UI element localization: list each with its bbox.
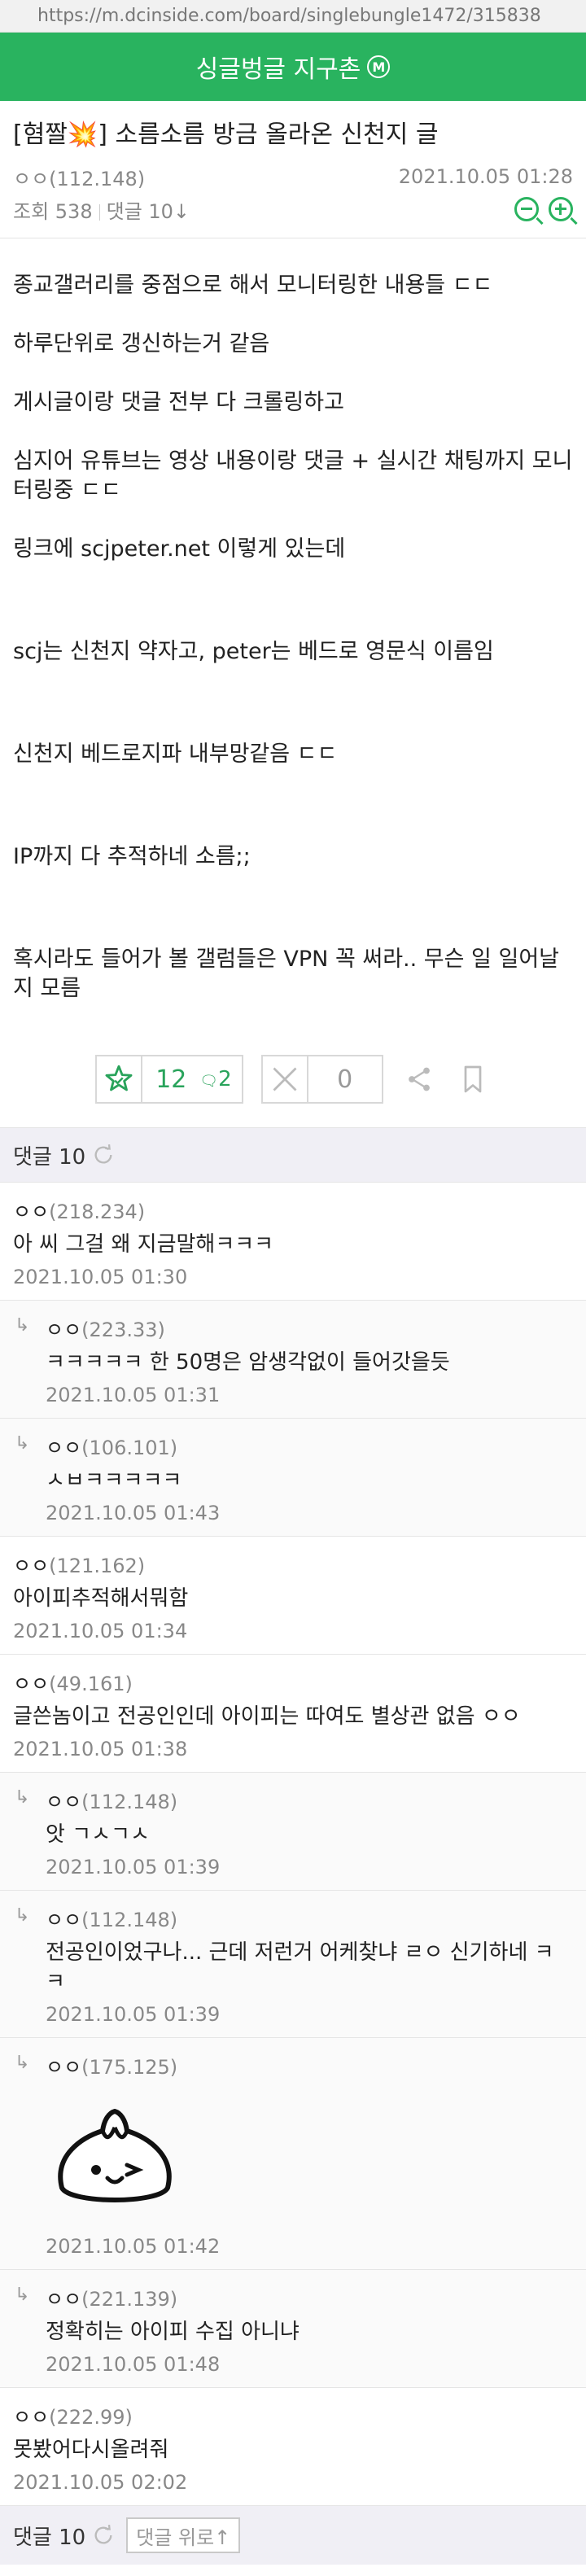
reply-comment: ↳ ㅇㅇ(223.33) ㅋㅋㅋㅋㅋ 한 50명은 암생각없이 들어갓을듯 2021.… bbox=[0, 1301, 586, 1419]
comment-author[interactable]: ㅇㅇ(112.148) bbox=[46, 1786, 573, 1813]
post-stats: 조회 538 댓글 10↓ bbox=[13, 195, 573, 223]
post-paragraph: 신천지 베드로지파 내부망같음 ㄷㄷ bbox=[13, 741, 338, 767]
post-paragraph: 게시글이랑 댓글 전부 다 크롤링하고 bbox=[13, 390, 344, 415]
thumbs-up-star-icon bbox=[97, 1056, 143, 1102]
comment-text: 아이피추적해서뭐함 bbox=[13, 1586, 189, 1611]
post-views: 조회 538 bbox=[13, 199, 93, 223]
comment-date: 2021.10.05 01:31 bbox=[46, 1384, 221, 1406]
reply-arrow-icon: ↳ bbox=[15, 1315, 30, 1336]
recommend-up-button[interactable]: 12 🗨2 bbox=[95, 1055, 243, 1104]
post-paragraph: 종교갤러리를 중점으로 해서 모니터링한 내용들 ㄷㄷ bbox=[13, 273, 493, 298]
url-text: https://m.dcinside.com/board/singlebungl… bbox=[37, 6, 541, 26]
comment-date: 2021.10.05 01:30 bbox=[13, 1266, 188, 1288]
minor-gallery-badge-icon: M bbox=[367, 55, 391, 78]
reply-comment: ↳ ㅇㅇ(106.101) ㅅㅂㅋㅋㅋㅋㅋ 2021.10.05 01:43 bbox=[0, 1419, 586, 1537]
comment-author[interactable]: ㅇㅇ(218.234) bbox=[13, 1196, 573, 1223]
comment-date: 2021.10.05 01:42 bbox=[46, 2235, 221, 2258]
comment-text: 아 씨 그걸 왜 지금말해ㅋㅋㅋ bbox=[13, 1232, 274, 1257]
recommend-row: 12 🗨2 0 bbox=[0, 1052, 586, 1106]
comment-author[interactable]: ㅇㅇ(223.33) bbox=[46, 1314, 573, 1341]
post-body: 종교갤러리를 중점으로 해서 모니터링한 내용들 ㄷㄷ 하루단위로 갱신하는거 … bbox=[0, 238, 586, 1004]
post-paragraph: 링크에 scjpeter.net 이렇게 있는데 bbox=[13, 536, 346, 562]
post-meta: ㅇㅇ(112.148) 2021.10.05 01:28 bbox=[13, 163, 573, 190]
comment-date: 2021.10.05 02:02 bbox=[13, 2471, 188, 2494]
bookmark-icon[interactable] bbox=[455, 1061, 491, 1097]
comment-date: 2021.10.05 01:38 bbox=[13, 1738, 188, 1760]
comment-author[interactable]: ㅇㅇ(121.162) bbox=[13, 1550, 573, 1577]
comment-author[interactable]: ㅇㅇ(106.101) bbox=[46, 1432, 573, 1459]
dccon-dumpling-emoticon bbox=[46, 2090, 184, 2228]
comment-text: ㅋㅋㅋㅋㅋ 한 50명은 암생각없이 들어갓을듯 bbox=[46, 1350, 450, 1375]
unrecommend-count: 0 bbox=[337, 1065, 353, 1094]
reply-arrow-icon: ↳ bbox=[15, 2053, 30, 2073]
comment-text: 못봤어다시올려줘 bbox=[13, 2438, 169, 2462]
comment-author[interactable]: ㅇㅇ(112.148) bbox=[46, 1904, 573, 1931]
comment-author[interactable]: ㅇㅇ(175.125) bbox=[46, 2051, 573, 2079]
divider bbox=[98, 203, 100, 221]
comment-text: 전공인이었구나... 근데 저런거 어케찾냐 ㄹㅇ 신기하네 ㅋㅋ bbox=[46, 1940, 554, 1994]
reply-arrow-icon: ↳ bbox=[15, 1905, 30, 1926]
zoom-in-icon[interactable] bbox=[549, 197, 573, 221]
comments-count-label: 댓글 10 bbox=[13, 1144, 86, 1170]
post-paragraph: IP까지 다 추적하네 소름;; bbox=[13, 844, 251, 869]
comment-date: 2021.10.05 01:48 bbox=[46, 2353, 221, 2376]
recommend-count: 12 bbox=[155, 1065, 187, 1094]
jump-to-comments-link[interactable]: 댓글 10↓ bbox=[107, 200, 190, 223]
comment: ㅇㅇ(49.161) 글쓴놈이고 전공인인데 아이피는 따여도 별상관 없음 ㅇㅇ… bbox=[0, 1655, 586, 1773]
comment-text: 앗 ㄱㅅㄱㅅ bbox=[46, 1822, 150, 1847]
comment: ㅇㅇ(222.99) 못봤어다시올려줘 2021.10.05 02:02 bbox=[0, 2388, 586, 2506]
url-bar[interactable]: https://m.dcinside.com/board/singlebungl… bbox=[0, 0, 586, 33]
comment-date: 2021.10.05 01:39 bbox=[46, 1856, 221, 1878]
comments-footer-label: 댓글 10 bbox=[13, 2525, 86, 2550]
thumbs-down-x-icon bbox=[263, 1056, 308, 1102]
comments-header: 댓글 10 bbox=[0, 1127, 586, 1183]
recommend-down-button[interactable]: 0 bbox=[260, 1055, 383, 1104]
comment-date: 2021.10.05 01:43 bbox=[46, 1502, 221, 1524]
gallery-title: 싱글벙글 지구촌 bbox=[195, 55, 361, 84]
scroll-to-comments-top-button[interactable]: 댓글 위로↑ bbox=[126, 2517, 241, 2553]
comment: ㅇㅇ(121.162) 아이피추적해서뭐함 2021.10.05 01:34 bbox=[0, 1537, 586, 1655]
post-paragraph: 혹시라도 들어가 볼 갤럼들은 VPN 꼭 써라.. 무슨 일 일어날지 모름 bbox=[13, 947, 559, 1001]
reply-arrow-icon: ↳ bbox=[15, 1787, 30, 1808]
post-paragraph: scj는 신천지 약자고, peter는 베드로 영문식 이름임 bbox=[13, 639, 494, 664]
comment-list: ㅇㅇ(218.234) 아 씨 그걸 왜 지금말해ㅋㅋㅋ 2021.10.05 01… bbox=[0, 1183, 586, 2506]
post-paragraph: 심지어 유튜브는 영상 내용이랑 댓글 + 실시간 채팅까지 모니터링중 ㄷㄷ bbox=[13, 448, 573, 503]
post-title: [혐짤💥] 소름소름 방금 올라온 신천지 글 bbox=[13, 120, 439, 149]
comments-footer: 댓글 10 댓글 위로↑ bbox=[0, 2506, 586, 2565]
reply-arrow-icon: ↳ bbox=[15, 1433, 30, 1454]
fixed-recommend: 🗨2 bbox=[199, 1067, 232, 1091]
gallery-header[interactable]: 싱글벙글 지구촌 M bbox=[0, 33, 586, 101]
comment-text: 글쓴놈이고 전공인인데 아이피는 따여도 별상관 없음 ㅇㅇ bbox=[13, 1704, 521, 1729]
share-icon[interactable] bbox=[401, 1061, 437, 1097]
refresh-icon[interactable] bbox=[92, 2524, 115, 2547]
reply-comment: ↳ ㅇㅇ(112.148) 전공인이었구나... 근데 저런거 어케찾냐 ㄹㅇ 신기… bbox=[0, 1891, 586, 2038]
post-header: [혐짤💥] 소름소름 방금 올라온 신천지 글 ㅇㅇ(112.148) 2021… bbox=[0, 101, 586, 238]
post-paragraph: 하루단위로 갱신하는거 같음 bbox=[13, 331, 270, 356]
reply-comment: ↳ ㅇㅇ(221.139) 정확히는 아이피 수집 아니냐 2021.10.05 01… bbox=[0, 2270, 586, 2388]
reply-comment: ↳ ㅇㅇ(175.125) 2021.10.05 01:42 bbox=[0, 2038, 586, 2270]
comment-text: ㅅㅂㅋㅋㅋㅋㅋ bbox=[46, 1468, 182, 1493]
comment-author[interactable]: ㅇㅇ(49.161) bbox=[13, 1668, 573, 1695]
comment-author[interactable]: ㅇㅇ(222.99) bbox=[13, 2401, 573, 2429]
comment-date: 2021.10.05 01:34 bbox=[13, 1620, 188, 1642]
refresh-icon[interactable] bbox=[92, 1144, 115, 1166]
post-author[interactable]: ㅇㅇ(112.148) bbox=[13, 163, 145, 191]
post-datetime: 2021.10.05 01:28 bbox=[398, 165, 573, 188]
comment-date: 2021.10.05 01:39 bbox=[46, 2003, 221, 2026]
comment-text: 정확히는 아이피 수집 아니냐 bbox=[46, 2320, 300, 2344]
zoom-out-icon[interactable] bbox=[514, 197, 539, 221]
comment-author[interactable]: ㅇㅇ(221.139) bbox=[46, 2283, 573, 2311]
reply-comment: ↳ ㅇㅇ(112.148) 앗 ㄱㅅㄱㅅ 2021.10.05 01:39 bbox=[0, 1773, 586, 1891]
comment: ㅇㅇ(218.234) 아 씨 그걸 왜 지금말해ㅋㅋㅋ 2021.10.05 01… bbox=[0, 1183, 586, 1301]
reply-arrow-icon: ↳ bbox=[15, 2285, 30, 2305]
fixed-recommend-icon: 🗨 bbox=[199, 1073, 219, 1090]
